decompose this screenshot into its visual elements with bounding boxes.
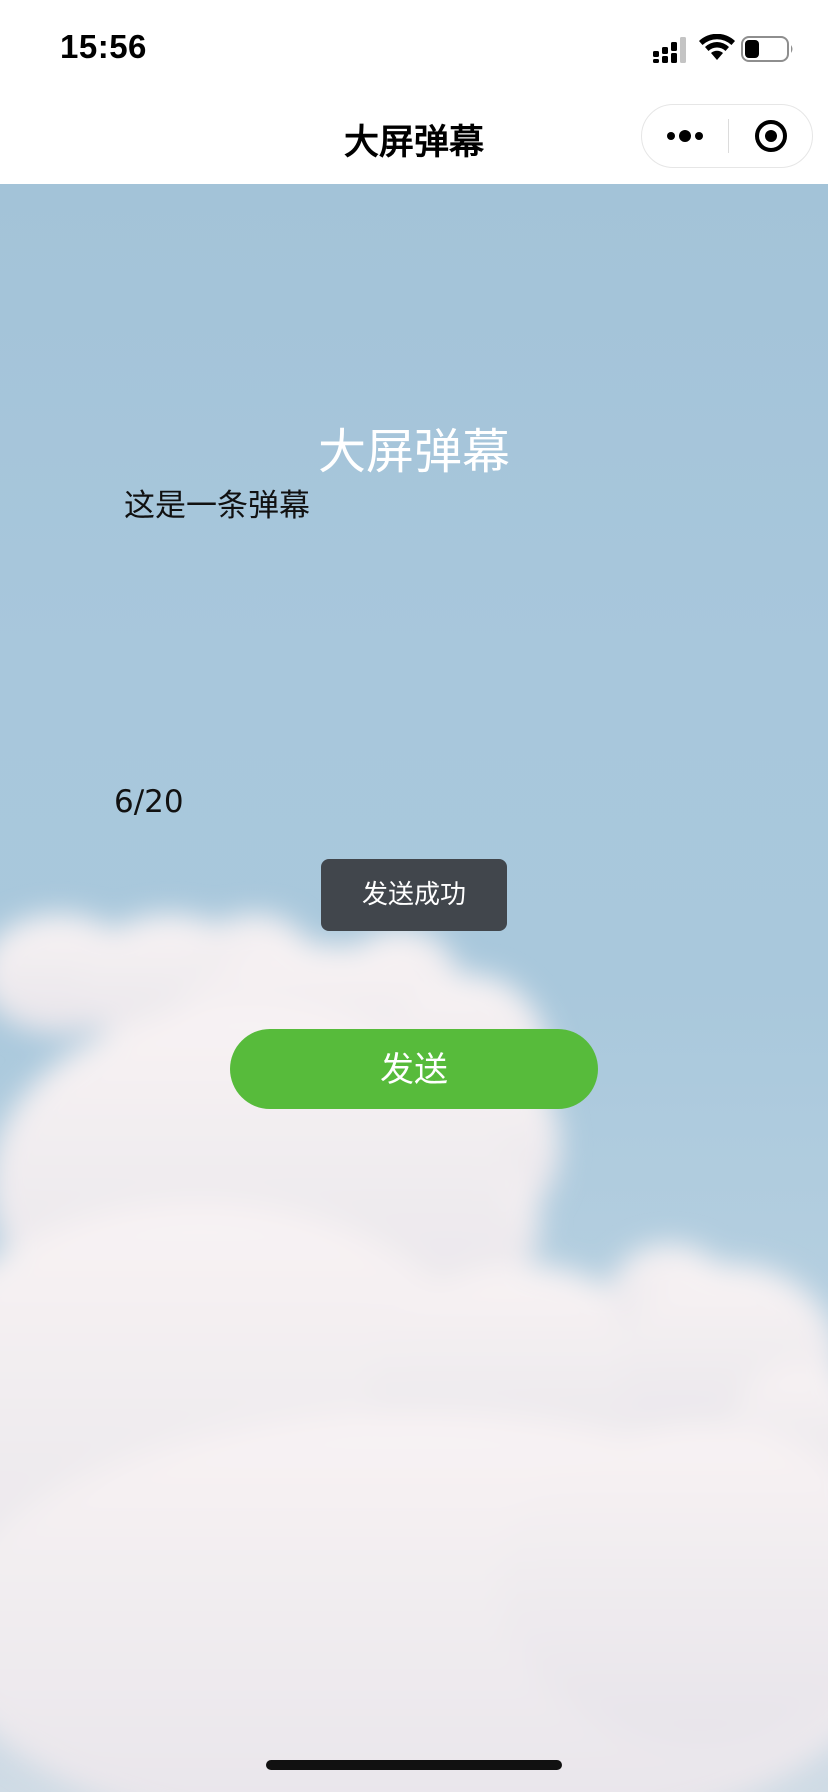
danmu-input[interactable]: 这是一条弹幕: [124, 484, 704, 904]
screen: 15:56 大屏弹幕 大屏弹幕 这是一条弹幕 6/20 发送成功 发送: [0, 0, 828, 1792]
wifi-icon: [699, 34, 735, 60]
home-indicator: [266, 1760, 562, 1770]
status-time: 15:56: [60, 28, 147, 65]
nav-bar: 大屏弹幕: [0, 96, 828, 184]
send-button[interactable]: 发送: [230, 1029, 598, 1109]
page-heading: 大屏弹幕: [317, 424, 510, 480]
more-icon[interactable]: [642, 105, 728, 167]
main-content: 大屏弹幕 这是一条弹幕 6/20 发送成功 发送: [0, 184, 828, 1792]
toast-message: 发送成功: [321, 859, 507, 931]
status-bar: 15:56: [0, 0, 828, 96]
capsule-menu: [641, 104, 813, 168]
battery-icon: [741, 36, 793, 62]
signal-icon: [653, 37, 686, 63]
char-counter: 6/20: [114, 784, 184, 820]
close-icon[interactable]: [729, 105, 813, 167]
